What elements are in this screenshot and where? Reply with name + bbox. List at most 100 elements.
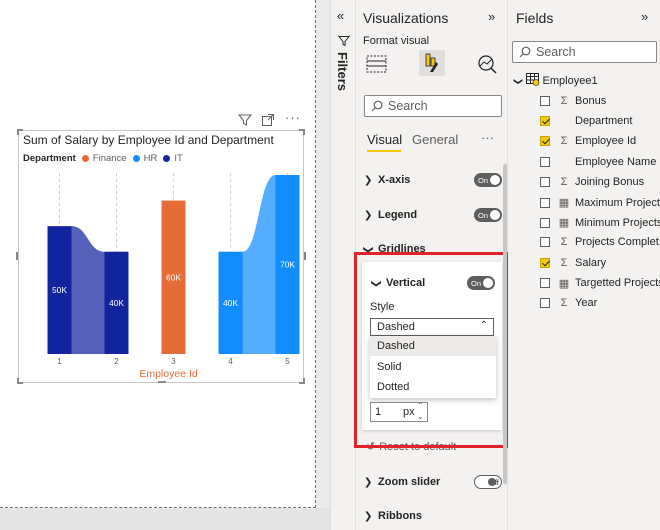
viz-pane-scrollbar[interactable] (503, 164, 507, 484)
field-item[interactable]: Σ Joining Bonus (540, 176, 644, 188)
tick-label: 2 (114, 357, 119, 366)
field-item[interactable]: Σ Projects Complet... (540, 236, 660, 248)
x-axis-toggle-label: On (478, 175, 489, 185)
format-visual-tab[interactable] (419, 50, 445, 76)
sigma-icon: Σ (560, 135, 568, 148)
data-label: 40K (223, 298, 238, 308)
field-checkbox[interactable] (540, 116, 550, 127)
chart-visual[interactable]: Sum of Salary by Employee Id and Departm… (18, 130, 304, 383)
analytics-icon[interactable] (476, 54, 498, 79)
viz-search-placeholder: Search (388, 99, 428, 113)
viz-search-input[interactable]: Search (364, 95, 502, 117)
field-checkbox[interactable] (540, 176, 550, 187)
field-label: Department (575, 115, 633, 128)
fields-search-placeholder: Search (536, 45, 576, 59)
table-icon (525, 73, 540, 89)
section-x-axis-label: X-axis (378, 174, 411, 186)
field-checkbox[interactable] (540, 136, 550, 147)
chevron-right-icon: ❯ (364, 510, 373, 522)
tab-visual[interactable]: Visual (367, 132, 402, 147)
field-checkbox[interactable] (540, 298, 550, 308)
chevron-right-icon: ❯ (364, 476, 373, 488)
section-legend[interactable]: ❯ Legend (364, 209, 417, 221)
field-label: Year (575, 297, 598, 309)
section-zoom-slider-label: Zoom slider (378, 476, 441, 488)
resize-handle-top-left[interactable] (17, 129, 23, 135)
resize-handle-bottom[interactable] (158, 381, 166, 383)
sigma-icon: Σ (560, 297, 568, 309)
sigma-icon: Σ (560, 236, 568, 249)
field-item[interactable]: Σ Employee Id (540, 135, 636, 147)
filter-icon[interactable] (237, 113, 253, 130)
sigma-icon: Σ (560, 95, 568, 107)
field-label: Maximum Projects (575, 196, 660, 209)
resize-handle-bottom-right[interactable] (299, 378, 305, 384)
field-label: Projects Complet... (575, 236, 660, 249)
ribbon (71, 226, 105, 354)
expand-chevron-icon[interactable]: « (337, 8, 344, 23)
section-ribbons-label: Ribbons (378, 510, 422, 522)
data-label: 60K (166, 272, 181, 282)
legend-toggle[interactable]: On (474, 208, 502, 222)
section-x-axis[interactable]: ❯ X-axis (364, 174, 410, 186)
field-label: Bonus (575, 95, 607, 107)
focus-mode-icon[interactable] (261, 113, 275, 130)
tab-general[interactable]: General (412, 132, 458, 147)
resize-handle-top-right[interactable] (299, 129, 305, 135)
sigma-icon: Σ (560, 175, 568, 188)
field-label: Employee Id (575, 135, 637, 148)
collapse-chevron-icon[interactable]: » (488, 9, 495, 24)
field-checkbox[interactable] (540, 96, 550, 106)
format-visual-label: Format visual (363, 35, 430, 47)
tick-label: 3 (171, 357, 176, 366)
field-checkbox[interactable] (540, 197, 550, 208)
ribbon (242, 175, 276, 354)
field-checkbox[interactable] (540, 237, 550, 248)
resize-handle-bottom-left[interactable] (17, 378, 23, 384)
visualizations-title: Visualizations (363, 10, 449, 26)
field-checkbox[interactable] (540, 278, 550, 289)
field-checkbox[interactable] (540, 257, 550, 268)
filters-label[interactable]: Filters (335, 52, 350, 91)
data-label: 50K (52, 285, 67, 295)
field-item[interactable]: Σ Bonus (540, 95, 606, 107)
table-employee1[interactable]: ❯ Employee1 (513, 73, 598, 89)
field-item[interactable]: Σ Salary (540, 257, 606, 269)
field-item[interactable]: Department (540, 115, 632, 127)
field-item[interactable]: ▦ Maximum Projects (540, 196, 660, 209)
tick-label: 5 (285, 357, 290, 366)
tick-label: 4 (228, 357, 233, 366)
field-label: Minimum Projects (575, 216, 660, 229)
more-options-icon[interactable]: ··· (285, 110, 301, 125)
section-zoom-slider[interactable]: ❯ Zoom slider (364, 476, 440, 488)
section-ribbons[interactable]: ❯ Ribbons (364, 510, 422, 522)
more-options-icon[interactable]: ··· (481, 130, 494, 145)
search-icon (371, 100, 383, 112)
fields-search-input[interactable]: Search (512, 41, 657, 63)
x-axis-title: Employee Id (139, 368, 198, 380)
chart-plot: 50K 1 40K 2 60K 3 40K 4 70K 5 Employee Id (47, 173, 300, 380)
tab-visual-underline (367, 150, 401, 152)
zoom-slider-toggle[interactable]: Off (474, 475, 502, 489)
field-item[interactable]: ▦ Minimum Projects (540, 216, 660, 229)
field-checkbox[interactable] (540, 156, 550, 167)
field-checkbox[interactable] (540, 217, 550, 228)
calculator-icon: ▦ (558, 217, 570, 230)
search-icon (519, 46, 531, 58)
chevron-right-icon: ❯ (364, 209, 373, 221)
field-item[interactable]: Employee Name (540, 156, 656, 168)
section-legend-label: Legend (378, 209, 418, 221)
chevron-down-icon: ❯ (513, 77, 524, 85)
calculator-icon: ▦ (558, 277, 570, 290)
table-name: Employee1 (542, 75, 598, 87)
field-item[interactable]: ▦ Targetted Projects (540, 277, 660, 290)
resize-handle-right[interactable] (304, 252, 306, 260)
resize-handle-left[interactable] (16, 252, 18, 260)
field-item[interactable]: Σ Year (540, 297, 597, 309)
collapse-chevron-icon[interactable]: » (641, 9, 648, 24)
chevron-right-icon: ❯ (364, 174, 373, 186)
x-axis-toggle[interactable]: On (474, 173, 502, 187)
field-label: Targetted Projects (575, 277, 660, 290)
build-visual-icon[interactable] (366, 54, 388, 79)
filters-pane-collapsed[interactable]: « Filters (330, 0, 356, 530)
